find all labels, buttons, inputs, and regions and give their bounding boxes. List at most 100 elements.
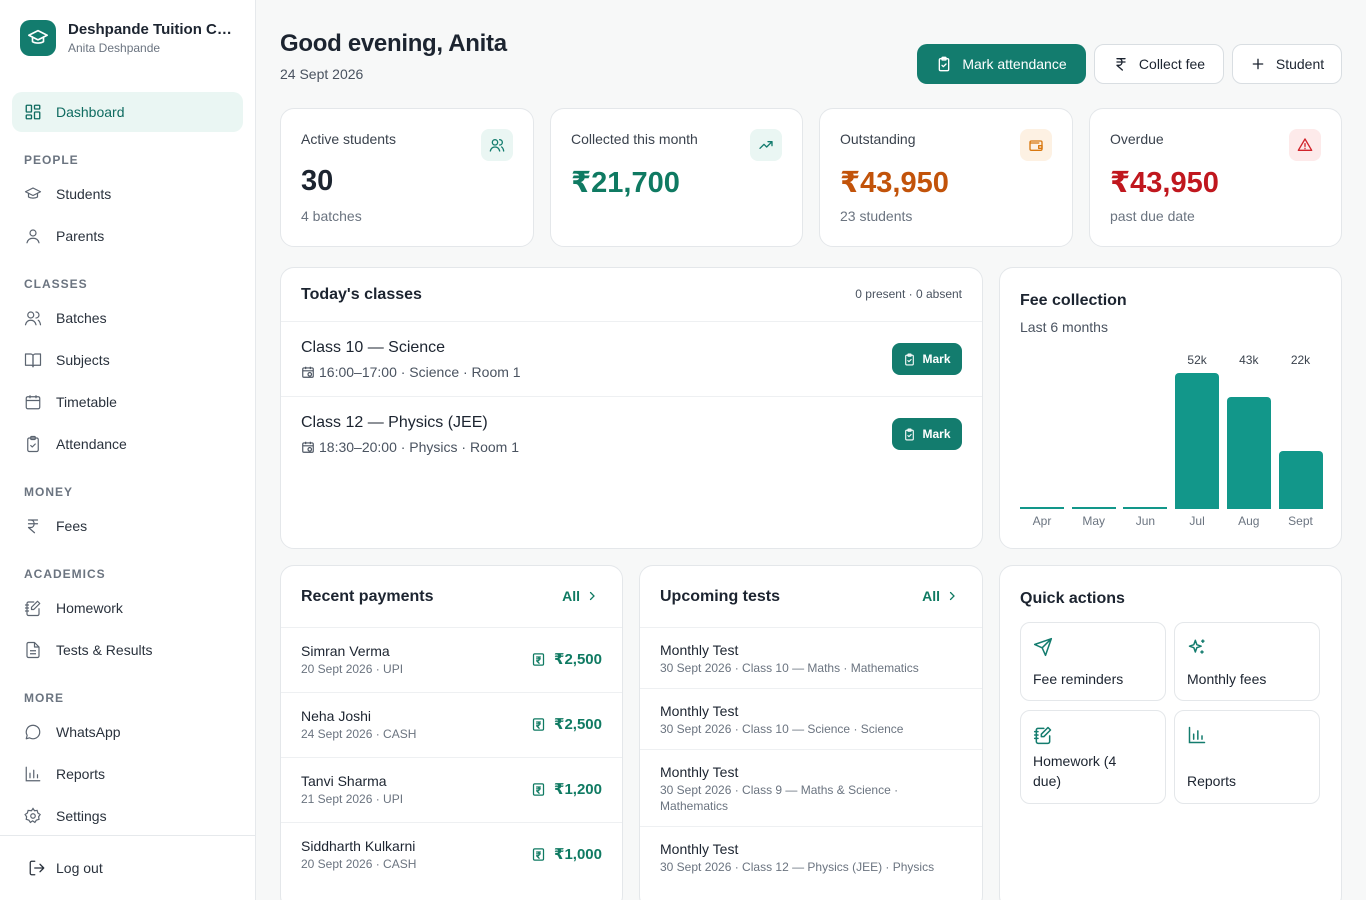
chart-category-label: Sept [1288,514,1313,528]
payment-row[interactable]: Tanvi Sharma 21 Sept 2026 · UPI ₹1,200 [281,757,622,822]
receipt-icon [532,652,545,666]
class-name: Class 10 — Science [301,339,446,356]
chart-bar[interactable] [1175,373,1220,509]
class-row[interactable]: Class 12 — Physics (JEE) 18:30–20:00 · P… [281,396,982,471]
chart-bar[interactable] [1123,507,1168,509]
test-name: Monthly Test [660,841,739,857]
payment-row[interactable]: Simran Verma 20 Sept 2026 · UPI ₹2,500 [281,627,622,692]
payment-row[interactable]: Neha Joshi 24 Sept 2026 · CASH ₹2,500 [281,692,622,757]
sidebar-item-tests[interactable]: Tests & Results [24,638,152,662]
card-title: Upcoming tests [660,588,781,605]
test-name: Monthly Test [660,703,739,719]
test-meta: 30 Sept 2026 · Class 10 — Science · Scie… [660,722,904,736]
brand[interactable]: Deshpande Tuition Classes Anita Deshpand… [20,20,234,56]
sidebar-item-label: Homework [56,600,123,616]
sidebar-item-dashboard[interactable]: Dashboard [12,92,243,132]
recent-payments-card: Recent payments All Simran Verma 20 Sept … [280,565,623,900]
sidebar-item-attendance[interactable]: Attendance [24,432,127,456]
sidebar-item-label: Subjects [56,352,110,368]
file-text-icon [26,641,40,659]
class-time: 18:30–20:00 · Physics · Room 1 [319,439,519,455]
graduation-cap-icon [20,20,56,56]
sidebar-item-reports[interactable]: Reports [24,762,105,786]
test-row[interactable]: Monthly Test 30 Sept 2026 · Class 10 — M… [640,627,982,688]
mark-button[interactable]: Mark [892,343,962,375]
sidebar-item-fees[interactable]: Fees [24,514,87,538]
stat-value: ₹43,950 [840,167,949,199]
payment-amount: ₹1,200 [531,780,602,798]
section-money: MONEY [24,485,74,499]
chart-bar[interactable] [1278,451,1323,509]
collect-fee-button[interactable]: Collect fee [1094,44,1224,84]
users-icon [481,129,513,161]
attendance-summary: 0 present · 0 absent [855,287,962,301]
payment-row[interactable]: Siddharth Kulkarni 20 Sept 2026 · CASH ₹1,… [281,822,622,887]
sidebar-item-whatsapp[interactable]: WhatsApp [24,720,121,744]
dashboard-icon [25,104,41,120]
clipboard-check-icon [27,435,39,453]
sidebar-item-label: Tests & Results [56,642,153,658]
homework-button[interactable]: Homework (4 due) [1020,710,1166,804]
users-icon [24,311,42,326]
stat-value: 30 [301,165,334,197]
section-academics: ACADEMICS [24,567,106,581]
payments-all-link[interactable]: All [562,588,598,604]
receipt-icon [532,847,545,861]
sidebar: Deshpande Tuition Classes Anita Deshpand… [0,0,256,900]
stat-card-collected[interactable]: Collected this month ₹21,700 [550,108,803,247]
book-open-icon [24,353,42,368]
receipt-icon [532,782,545,796]
stat-value: ₹43,950 [1110,167,1219,199]
sidebar-item-settings[interactable]: Settings [24,804,107,828]
sidebar-item-parents[interactable]: Parents [24,224,104,248]
sidebar-item-label: Fees [56,518,88,534]
sidebar-item-batches[interactable]: Batches [24,306,107,330]
sidebar-item-homework[interactable]: Homework [24,596,123,620]
chevron-right-icon [949,591,955,601]
sidebar-item-subjects[interactable]: Subjects [24,348,110,372]
sidebar-item-label: Attendance [56,436,127,452]
section-more: MORE [24,691,64,705]
class-meta: 18:30–20:00 · Physics · Room 1 [301,439,519,455]
rupee-icon [1116,58,1126,71]
amount-value: ₹2,500 [554,716,602,733]
tests-all-link[interactable]: All [922,588,958,604]
sidebar-item-students[interactable]: Students [24,182,111,206]
card-title: Quick actions [1020,590,1125,607]
sidebar-item-label: Settings [56,808,107,824]
card-title: Today's classes [301,286,422,303]
all-label: All [922,588,940,604]
add-student-button[interactable]: Student [1232,44,1342,84]
amount-value: ₹2,500 [554,651,602,668]
test-row[interactable]: Monthly Test 30 Sept 2026 · Class 10 — S… [640,688,982,749]
mark-button[interactable]: Mark [892,418,962,450]
mark-label: Mark [922,427,951,441]
mark-attendance-button[interactable]: Mark attendance [917,44,1086,84]
stat-sub: 4 batches [301,208,362,224]
reports-button[interactable]: Reports [1174,710,1320,804]
fee-reminders-label: Fee reminders [1033,671,1124,687]
test-row[interactable]: Monthly Test 30 Sept 2026 · Class 9 — Ma… [640,749,982,826]
message-circle-icon [25,724,41,740]
sidebar-item-timetable[interactable]: Timetable [24,390,117,414]
test-meta: 30 Sept 2026 · Class 9 — Maths & Science… [660,783,899,813]
monthly-fees-button[interactable]: Monthly fees [1174,622,1320,701]
reports-label: Reports [1187,773,1237,789]
brand-owner: Anita Deshpande [68,41,161,55]
logout-button[interactable]: Log out [28,856,103,880]
calendar-icon [25,395,41,410]
chart-bar[interactable] [1020,507,1064,509]
chart-bar[interactable] [1071,507,1116,509]
quick-actions-card: Quick actions Fee reminders Monthly fees… [999,565,1342,900]
test-name: Monthly Test [660,764,739,780]
payment-amount: ₹2,500 [531,650,602,668]
chart-bar[interactable] [1226,396,1271,509]
fee-reminders-button[interactable]: Fee reminders [1020,622,1166,701]
test-row[interactable]: Monthly Test 30 Sept 2026 · Class 12 — P… [640,826,982,896]
class-row[interactable]: Class 10 — Science 16:00–17:00 · Science… [281,321,982,396]
stat-card-outstanding[interactable]: Outstanding ₹43,950 23 students [819,108,1073,247]
chart-category-label: Aug [1238,514,1260,528]
stat-card-overdue[interactable]: Overdue ₹43,950 past due date [1089,108,1342,247]
sidebar-item-label: Batches [56,310,107,326]
stat-card-active-students[interactable]: Active students 30 4 batches [280,108,534,247]
